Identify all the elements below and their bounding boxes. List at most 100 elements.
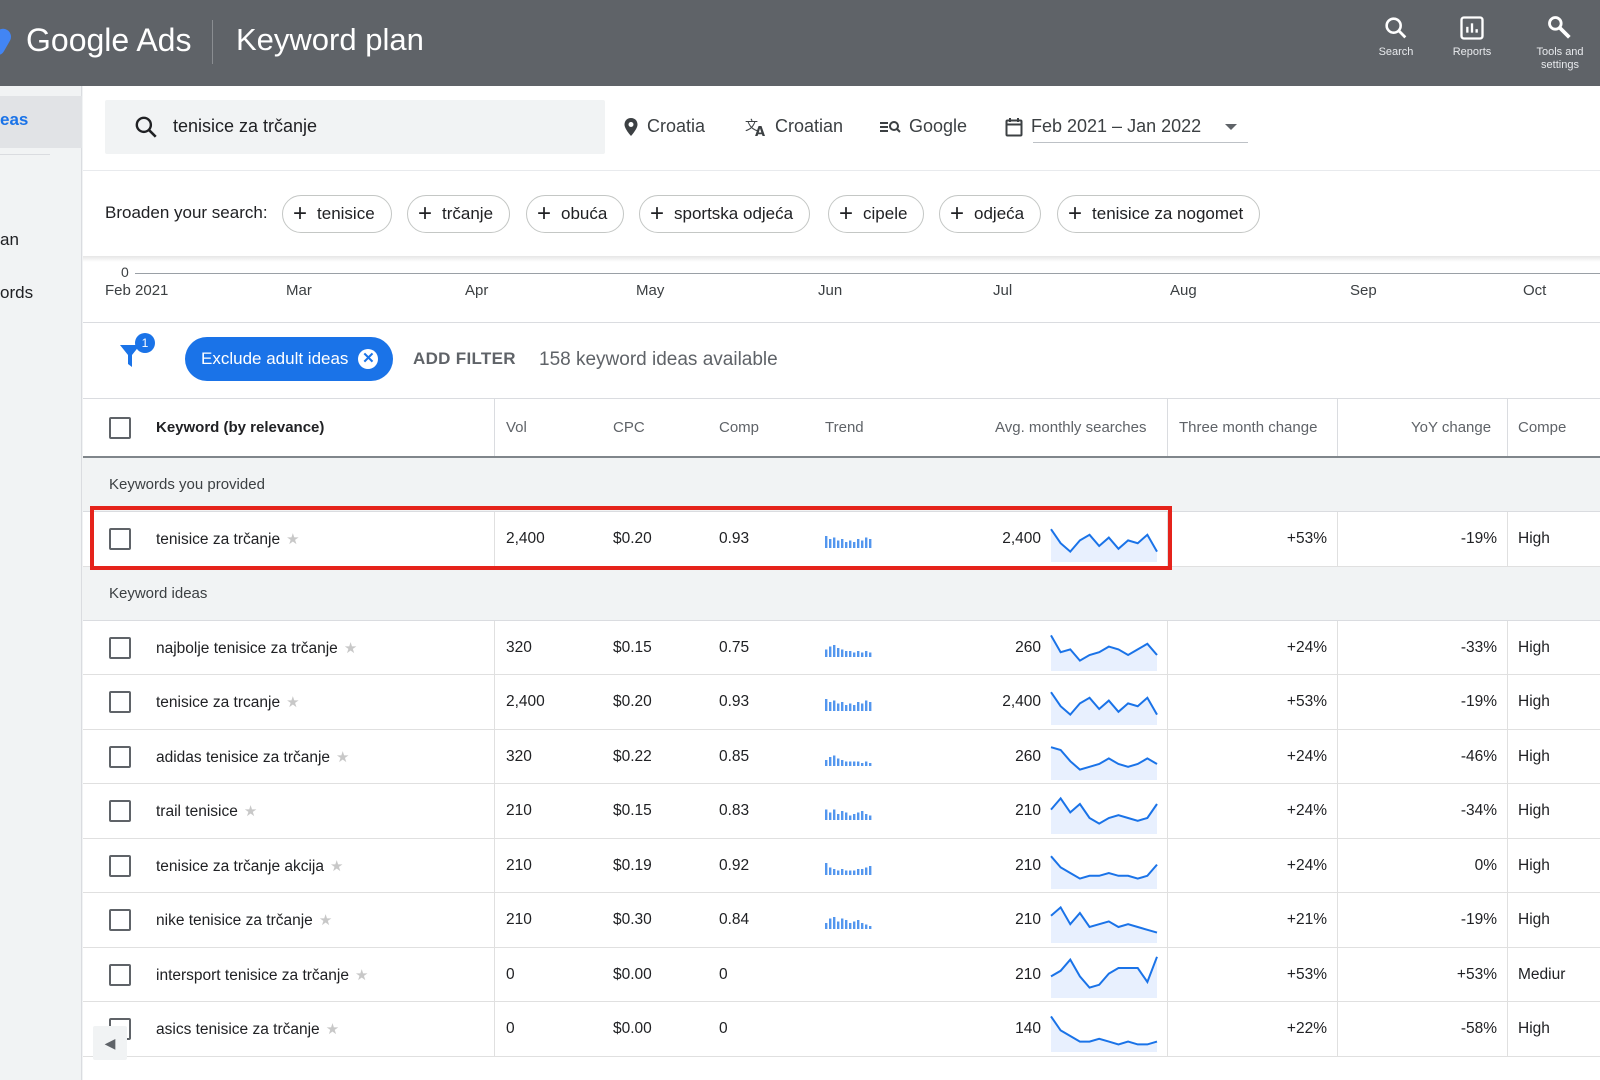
row-checkbox[interactable] — [109, 909, 131, 931]
column-separator — [494, 1002, 495, 1056]
search-query[interactable]: tenisice za trčanje — [173, 116, 317, 137]
broaden-chip-cipele[interactable]: + cipele — [828, 195, 925, 233]
col-trend[interactable]: Trend — [825, 419, 864, 436]
row-checkbox[interactable] — [109, 800, 131, 822]
google-ads-logo-icon[interactable] — [0, 25, 14, 59]
trend-bar — [837, 814, 840, 820]
keyword-search-box[interactable]: tenisice za trčanje — [105, 100, 605, 154]
trend-mini-bars — [825, 536, 872, 548]
sparkline-chart — [1050, 905, 1158, 943]
trend-bar — [829, 539, 832, 548]
date-range-selector[interactable]: Feb 2021 – Jan 2022 — [1005, 116, 1239, 137]
trend-bar — [833, 537, 836, 548]
table-row[interactable]: najbolje tenisice za trčanje ★ 320 $0.15 … — [83, 620, 1600, 675]
left-nav-keyword-plan[interactable]: an — [0, 230, 19, 250]
col-three-month-change[interactable]: Three month change — [1179, 419, 1317, 436]
star-icon[interactable]: ★ — [326, 1021, 339, 1038]
table-row[interactable]: asics tenisice za trčanje ★ 0 $0.00 0 140… — [83, 1002, 1600, 1057]
three-month-change-cell: +24% — [1286, 802, 1327, 819]
comp-cell: 0.92 — [719, 856, 750, 874]
star-icon[interactable]: ★ — [319, 912, 332, 929]
comp-cell: 0.84 — [719, 911, 750, 928]
star-icon[interactable]: ★ — [336, 749, 349, 766]
cpc-cell: $0.00 — [613, 965, 652, 983]
star-icon[interactable]: ★ — [330, 858, 343, 875]
broaden-chip-odjeca[interactable]: + odjeća — [939, 195, 1042, 233]
competition-cell: Mediur — [1518, 965, 1566, 983]
row-checkbox[interactable] — [109, 636, 131, 659]
broaden-chip-trcanje[interactable]: + trčanje — [407, 195, 511, 233]
network-selector[interactable]: Google — [879, 116, 967, 137]
column-separator — [1507, 1002, 1508, 1056]
table-row[interactable]: trail tenisice ★ 210 $0.15 0.83 210 +24% … — [83, 784, 1600, 839]
trend-bar — [861, 652, 864, 657]
nav-reports-button[interactable]: Reports — [1432, 14, 1512, 59]
avg-monthly-cell: 210 — [1015, 802, 1041, 819]
trend-bar — [841, 702, 844, 711]
brand-name[interactable]: Google Ads — [26, 22, 191, 59]
nav-tools-button[interactable]: Tools and settings — [1522, 14, 1598, 72]
three-month-change-cell: +53% — [1286, 693, 1327, 710]
star-icon[interactable]: ★ — [355, 967, 368, 984]
star-icon[interactable]: ★ — [286, 694, 299, 711]
star-icon[interactable]: ★ — [344, 640, 357, 657]
language-value: Croatian — [775, 116, 844, 136]
competition-cell: High — [1518, 693, 1550, 710]
row-checkbox[interactable] — [109, 528, 131, 550]
chip-label: cipele — [863, 204, 908, 223]
left-nav-keywords-label: ords — [0, 283, 34, 302]
table-row[interactable]: intersport tenisice za trčanje ★ 0 $0.00 … — [83, 947, 1600, 1002]
timeline-month: Feb 2021 — [105, 282, 169, 299]
table-row[interactable]: nike tenisice za trčanje ★ 210 $0.30 0.84… — [83, 893, 1600, 948]
trend-bar — [829, 918, 832, 929]
keyword-cell: tenisice za trčanje ★ — [156, 530, 300, 549]
col-comp[interactable]: Comp — [719, 419, 759, 436]
row-checkbox[interactable] — [109, 691, 131, 713]
left-nav-keywords[interactable]: ords — [0, 283, 33, 303]
column-separator — [1337, 1002, 1338, 1056]
broaden-chip-sportska-odjeca[interactable]: + sportska odjeća — [639, 195, 811, 233]
column-separator — [1337, 675, 1338, 729]
trend-bar — [833, 868, 836, 875]
col-yoy-change[interactable]: YoY change — [1411, 419, 1491, 436]
table-row[interactable]: tenisice za trcanje ★ 2,400 $0.20 0.93 2,… — [83, 675, 1600, 730]
left-nav-keyword-ideas[interactable]: eas — [0, 96, 82, 148]
row-checkbox[interactable] — [109, 854, 131, 877]
col-avg-monthly-searches[interactable]: Avg. monthly searches — [995, 419, 1146, 436]
col-cpc[interactable]: CPC — [613, 419, 645, 436]
star-icon[interactable]: ★ — [244, 803, 257, 820]
trend-bar — [841, 539, 844, 548]
sparkline-chart — [1050, 634, 1158, 671]
three-month-change-cell: +22% — [1286, 1020, 1327, 1037]
row-checkbox[interactable] — [109, 745, 131, 768]
location-selector[interactable]: Croatia — [623, 116, 705, 137]
table-row[interactable]: tenisice za trčanje akcija ★ 210 $0.19 0.… — [83, 838, 1600, 893]
nav-search-button[interactable]: Search — [1356, 14, 1436, 59]
add-filter-button[interactable]: ADD FILTER — [413, 349, 516, 369]
avg-monthly-cell: 140 — [1015, 1020, 1041, 1037]
broaden-chip-tenisice-za-nogomet[interactable]: + tenisice za nogomet — [1057, 195, 1261, 233]
select-all-checkbox[interactable] — [109, 417, 131, 439]
broaden-search-row: Broaden your search: + tenisice + trčanje … — [83, 170, 1600, 260]
competition-cell: High — [1518, 638, 1550, 656]
column-separator — [494, 512, 495, 566]
scroll-left-button[interactable]: ◀ — [93, 1026, 127, 1060]
column-separator — [1507, 784, 1508, 838]
column-separator — [1507, 675, 1508, 729]
broaden-chip-tenisice[interactable]: + tenisice — [282, 195, 392, 233]
table-row[interactable]: adidas tenisice za trčanje ★ 320 $0.22 0.… — [83, 729, 1600, 784]
idea-rows: najbolje tenisice za trčanje ★ 320 $0.15 … — [83, 620, 1600, 1057]
broaden-chip-obuca[interactable]: + obuća — [526, 195, 625, 233]
col-vol[interactable]: Vol — [506, 419, 527, 436]
col-keyword[interactable]: Keyword (by relevance) — [156, 419, 324, 436]
language-selector[interactable]: 文A Croatian — [745, 116, 843, 137]
exclude-adult-ideas-chip[interactable]: Exclude adult ideas ✕ — [185, 337, 393, 381]
timeline-month: Mar — [286, 282, 312, 299]
chip-label: obuća — [561, 204, 608, 223]
col-competition[interactable]: Compe — [1518, 419, 1566, 436]
remove-filter-icon[interactable]: ✕ — [358, 349, 379, 369]
table-row[interactable]: tenisice za trčanje ★ 2,400 $0.20 0.93 2,… — [83, 512, 1600, 567]
trend-bar — [853, 705, 856, 711]
row-checkbox[interactable] — [109, 963, 131, 986]
star-icon[interactable]: ★ — [286, 531, 299, 548]
